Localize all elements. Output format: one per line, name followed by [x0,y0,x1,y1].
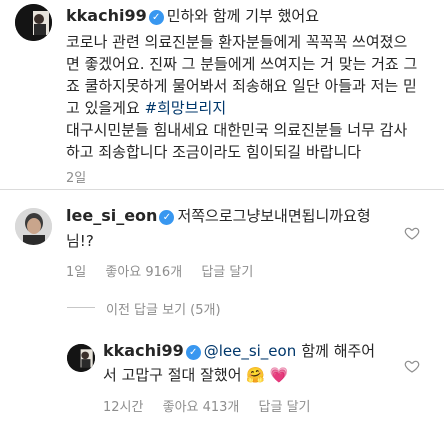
reply-reply-button[interactable]: 답글 달기 [259,400,311,415]
reply-meta: 12시간 좋아요 413개 답글 달기 [103,396,311,415]
reply-likes[interactable]: 좋아요 413개 [163,400,240,415]
post-header: kkachi99 ✓ 민하와 함께 기부 했어요 [66,5,436,27]
mention-link[interactable]: @lee_si_eon [204,342,297,360]
post-text-line: 하고 죄송합니다 조금이라도 힘이되길 바랍니다 [66,143,362,161]
post-text-line: 대구시민분들 힘내세요 대한민국 의료진분들 너무 감사 [66,121,408,139]
emoji: 🤗 💗 [246,366,289,384]
verified-icon: ✓ [148,10,164,25]
comment-meta: 1일 좋아요 916개 답글 달기 [66,261,253,280]
hashtag-link[interactable]: #희망브리지 [145,99,227,117]
view-previous-replies-button[interactable]: 이전 답글 보기 (5개) [106,299,221,318]
comment-header: lee_si_eon ✓ 저쪽으로그냥보내면됩니까요형 [66,205,396,227]
comment-username[interactable]: lee_si_eon [66,206,157,225]
post-username[interactable]: kkachi99 [66,6,147,25]
avatar[interactable] [67,344,95,372]
post-text-line: 코로나 관련 의료진분들 환자분들에게 꼭꼭꼭 쓰여졌으 [66,33,408,51]
comment-reply-button[interactable]: 답글 달기 [201,265,253,280]
replies-line [67,307,95,308]
avatar[interactable] [15,4,52,41]
post-text-line: 죠 쿨하지못하게 물어봐서 죄송해요 일단 아들과 저는 믿 [66,77,417,95]
comment-text-line: 저쪽으로그냥보내면됩니까요형 [177,207,371,225]
divider [0,189,444,190]
reply-time: 12시간 [103,400,144,415]
heart-icon[interactable] [404,225,420,241]
reply-username[interactable]: kkachi99 [103,341,184,360]
verified-icon: ✓ [159,210,175,225]
comment-text-line: 님!? [66,232,94,250]
verified-icon: ✓ [185,345,201,360]
post-time: 2일 [66,171,87,186]
heart-icon[interactable] [404,358,420,374]
comment-time: 1일 [66,265,87,280]
reply-text-line: 함께 해주어 [301,342,376,360]
post-caption: 코로나 관련 의료진분들 환자분들에게 꼭꼭꼭 쓰여졌으 면 좋겠어요. 진짜 … [66,31,438,163]
post-text-line: 면 좋겠어요. 진짜 그 분들에게 쓰여지는 거 맞는 거죠 그 [66,55,418,73]
post-text-line: 고 있을게요 #희망브리지 [66,99,227,117]
avatar[interactable] [15,208,52,245]
reply-text-line: 서 고맙구 절대 잘했어 🤗 💗 [103,366,289,384]
reply-header: kkachi99 ✓ @lee_si_eon 함께 해주어 [103,340,403,362]
comment-likes[interactable]: 좋아요 916개 [105,265,182,280]
post-text-line: 민하와 함께 기부 했어요 [166,7,320,25]
